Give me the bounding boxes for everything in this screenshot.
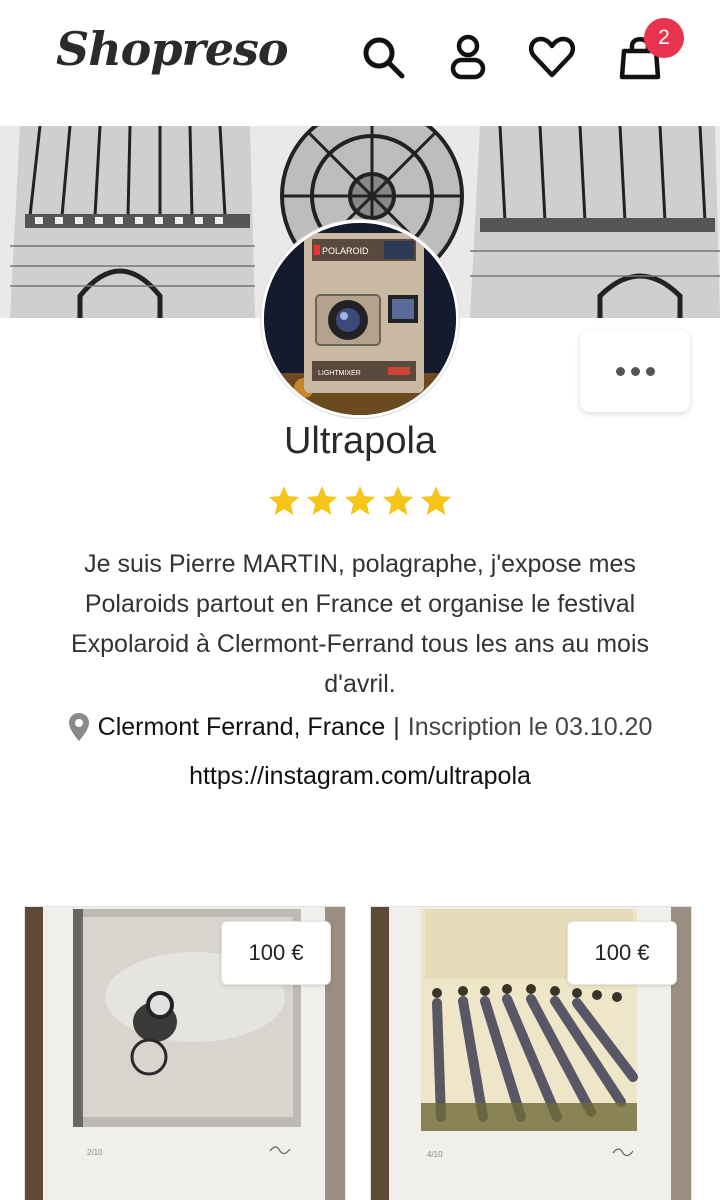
heart-icon[interactable] (525, 30, 579, 84)
shop-meta: Clermont Ferrand, France | Inscription l… (0, 712, 720, 742)
camera-sublabel: LIGHTMIXER (318, 370, 361, 377)
location-text: Clermont Ferrand, France (97, 712, 386, 741)
svg-text:2/10: 2/10 (87, 1148, 103, 1157)
product-price: 100 € (567, 921, 677, 985)
rating-stars (0, 484, 720, 518)
dot-icon (630, 366, 640, 376)
product-price: 100 € (221, 921, 331, 985)
star-icon (344, 486, 376, 515)
shop-bio: Je suis Pierre MARTIN, polagraphe, j'exp… (70, 550, 650, 698)
star-icon (382, 486, 414, 515)
instagram-link[interactable]: https://instagram.com/ultrapola (0, 762, 720, 791)
search-icon[interactable] (356, 30, 410, 84)
camera-label: POLAROID (322, 246, 369, 256)
svg-text:4/10: 4/10 (427, 1150, 443, 1159)
user-icon[interactable] (441, 30, 495, 84)
location-pin-icon (68, 712, 90, 742)
header: Shopreso 2 (0, 0, 720, 126)
dot-icon (645, 366, 655, 376)
cart-count-badge: 2 (644, 18, 684, 58)
more-options-button[interactable] (580, 330, 690, 412)
logo[interactable]: Shopreso (56, 22, 289, 76)
product-card[interactable]: 4/10 100 € (370, 906, 692, 1200)
shop-name: Ultrapola (283, 420, 437, 462)
product-card[interactable]: 2/10 100 € (24, 906, 346, 1200)
dot-icon (615, 366, 625, 376)
shop-avatar: POLAROID LIGHTMIXER (261, 220, 459, 418)
star-icon (306, 486, 338, 515)
meta-separator: | (393, 712, 400, 741)
star-icon (420, 486, 452, 515)
star-icon (268, 486, 300, 515)
joined-date: Inscription le 03.10.20 (407, 712, 653, 741)
